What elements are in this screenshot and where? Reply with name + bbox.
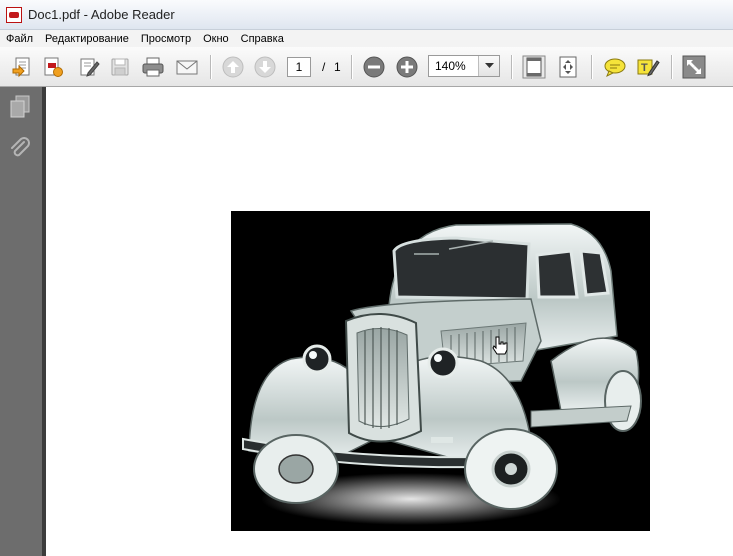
- email-icon: [176, 60, 198, 75]
- pages-icon: [10, 95, 30, 118]
- pages-panel-button[interactable]: [6, 93, 34, 121]
- fullscreen-button[interactable]: [681, 54, 707, 80]
- page-separator: /: [322, 60, 326, 74]
- next-page-button[interactable]: [252, 54, 278, 80]
- paperclip-icon: [11, 137, 30, 157]
- highlight-button[interactable]: T: [635, 54, 661, 80]
- title-bar: Doc1.pdf - Adobe Reader: [0, 0, 733, 30]
- print-button[interactable]: [140, 54, 166, 80]
- fit-width-button[interactable]: [555, 54, 581, 80]
- zoom-out-button[interactable]: [361, 54, 387, 80]
- car-photo: [231, 211, 650, 531]
- svg-text:T: T: [641, 62, 648, 74]
- fullscreen-icon: [682, 55, 706, 79]
- menu-bar: Файл Редактирование Просмотр Окно Справк…: [0, 30, 733, 47]
- email-button[interactable]: [174, 54, 200, 80]
- menu-view[interactable]: Просмотр: [135, 33, 197, 45]
- chevron-down-icon: [484, 63, 494, 68]
- fit-page-icon: [522, 55, 546, 79]
- fit-page-button[interactable]: [521, 54, 547, 80]
- open-button[interactable]: [9, 54, 35, 80]
- menu-help[interactable]: Справка: [235, 33, 290, 45]
- edit-button[interactable]: [76, 54, 102, 80]
- navigation-pane: [0, 87, 42, 556]
- fit-width-icon: [559, 56, 577, 78]
- toolbar: / 1 140%: [0, 47, 733, 87]
- highlight-icon: T: [637, 59, 660, 77]
- comment-icon: [604, 58, 626, 78]
- page-total: 1: [334, 60, 341, 74]
- car-image: [231, 211, 650, 531]
- create-pdf-icon: [44, 57, 63, 77]
- menu-edit[interactable]: Редактирование: [39, 33, 135, 45]
- create-pdf-button[interactable]: [40, 54, 66, 80]
- zoom-value: 140%: [435, 59, 466, 73]
- prev-page-icon: [222, 56, 244, 78]
- open-icon: [12, 57, 30, 78]
- print-icon: [142, 57, 164, 77]
- menu-window[interactable]: Окно: [197, 33, 235, 45]
- next-page-icon: [254, 56, 276, 78]
- zoom-in-button[interactable]: [394, 54, 420, 80]
- page-number-input[interactable]: [287, 57, 311, 77]
- edit-icon: [80, 58, 100, 77]
- comment-button[interactable]: [602, 54, 628, 80]
- pdf-file-icon: [6, 6, 22, 23]
- save-icon: [111, 58, 129, 76]
- attachments-panel-button[interactable]: [6, 135, 34, 163]
- zoom-dropdown-button[interactable]: [478, 56, 499, 76]
- zoom-out-icon: [363, 56, 385, 78]
- zoom-in-icon: [396, 56, 418, 78]
- save-button[interactable]: [107, 54, 133, 80]
- menu-file[interactable]: Файл: [0, 33, 39, 45]
- zoom-select[interactable]: 140%: [428, 55, 500, 77]
- window-title: Doc1.pdf - Adobe Reader: [28, 7, 175, 22]
- previous-page-button[interactable]: [220, 54, 246, 80]
